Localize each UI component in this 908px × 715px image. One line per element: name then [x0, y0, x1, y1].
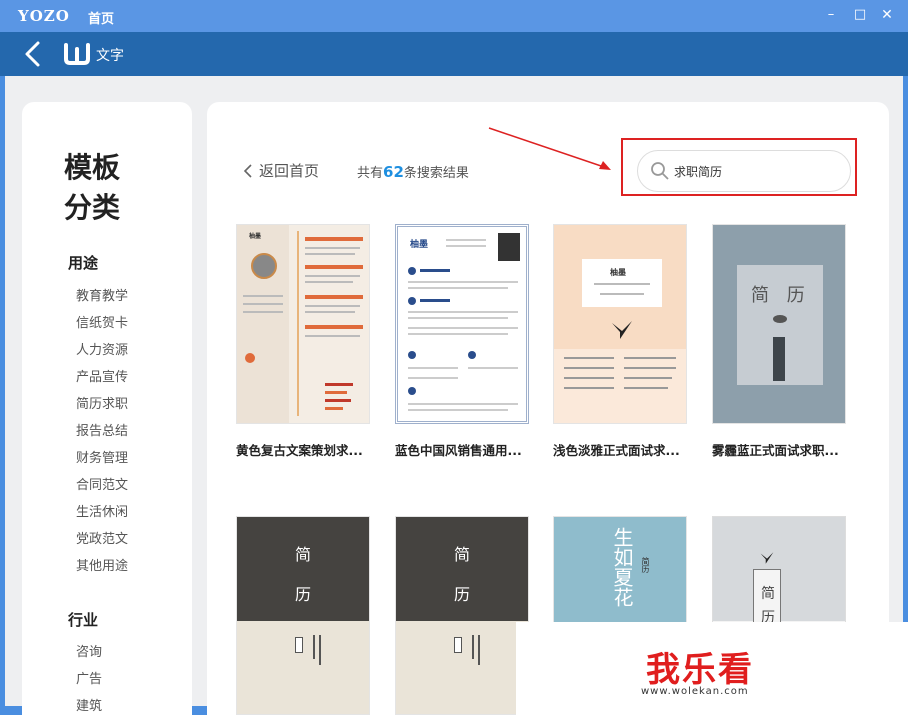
template-title[interactable]: 蓝色中国风销售通用...: [395, 440, 529, 459]
sidebar-item[interactable]: 财务管理: [76, 447, 128, 466]
back-arrow-icon[interactable]: [22, 40, 44, 68]
swallow-icon: [760, 552, 774, 564]
minimize-button[interactable]: –: [822, 6, 840, 24]
template-card[interactable]: 简 历: [236, 516, 370, 715]
template-thumbnail[interactable]: 柚墨: [553, 224, 687, 424]
template-card[interactable]: 柚墨 蓝色中国风销售通用...: [395, 224, 529, 459]
template-title[interactable]: 黄色复古文案策划求...: [236, 440, 370, 459]
sidebar-item[interactable]: 产品宣传: [76, 366, 128, 385]
watermark-url: www.wolekan.com: [641, 686, 749, 697]
template-card[interactable]: 柚墨 黄色复古文案策划求...: [236, 224, 370, 459]
sidebar-item[interactable]: 咨询: [76, 641, 102, 660]
template-thumbnail[interactable]: 柚墨: [395, 224, 529, 424]
back-home-label: 返回首页: [259, 162, 320, 180]
yozo-logo: YOZO: [18, 7, 70, 25]
back-home-link[interactable]: 返回首页: [243, 160, 319, 181]
annotation-highlight-box: [621, 138, 857, 196]
swallow-icon: [612, 321, 632, 339]
template-thumbnail[interactable]: 简 历: [395, 516, 529, 715]
sidebar-item[interactable]: 建筑: [76, 695, 102, 714]
sidebar-item[interactable]: 信纸贺卡: [76, 312, 128, 331]
watermark-brand: 我乐看: [646, 650, 754, 690]
watermark: 我乐看 www.wolekan.com: [516, 622, 908, 715]
sidebar-item[interactable]: 其他用途: [76, 555, 128, 574]
template-title[interactable]: 雾霾蓝正式面试求职...: [712, 440, 846, 459]
sidebar-item[interactable]: 教育教学: [76, 285, 128, 304]
writer-logo-icon: [64, 43, 90, 65]
template-thumbnail[interactable]: 柚墨: [236, 224, 370, 424]
template-card[interactable]: 柚墨 浅色淡雅正式面试求...: [553, 224, 687, 459]
sidebar-item[interactable]: 报告总结: [76, 420, 128, 439]
template-thumbnail[interactable]: 简 历: [712, 224, 846, 424]
sidebar-item[interactable]: 党政范文: [76, 528, 128, 547]
sidebar-item[interactable]: 生活休闲: [76, 501, 128, 520]
app-bar: 文字: [0, 32, 908, 76]
annotation-arrow: [488, 127, 611, 170]
result-count-number: 62: [383, 163, 404, 181]
category-sidebar: 模板分类 用途 教育教学 信纸贺卡 人力资源 产品宣传 简历求职 报告总结 财务…: [22, 102, 192, 715]
section-title-industry: 行业: [68, 611, 99, 629]
sidebar-heading: 模板分类: [64, 151, 121, 224]
template-title[interactable]: 浅色淡雅正式面试求...: [553, 440, 687, 459]
app-title: 文字: [96, 48, 124, 64]
section-title-usage: 用途: [68, 254, 99, 272]
result-count: 共有62条搜索结果: [357, 163, 469, 181]
maximize-button[interactable]: □: [851, 6, 869, 24]
sidebar-item[interactable]: 简历求职: [76, 393, 128, 412]
template-card[interactable]: 简 历: [395, 516, 529, 715]
sidebar-item[interactable]: 人力资源: [76, 339, 128, 358]
tab-home[interactable]: 首页: [88, 8, 114, 27]
sidebar-item[interactable]: 合同范文: [76, 474, 128, 493]
title-bar: YOZO 首页 – □ ✕: [0, 0, 908, 32]
template-thumbnail[interactable]: 简 历: [236, 516, 370, 715]
sidebar-item[interactable]: 广告: [76, 668, 102, 687]
template-card[interactable]: 简 历 雾霾蓝正式面试求职...: [712, 224, 846, 459]
chevron-left-icon: [243, 163, 252, 178]
close-button[interactable]: ✕: [878, 6, 896, 24]
